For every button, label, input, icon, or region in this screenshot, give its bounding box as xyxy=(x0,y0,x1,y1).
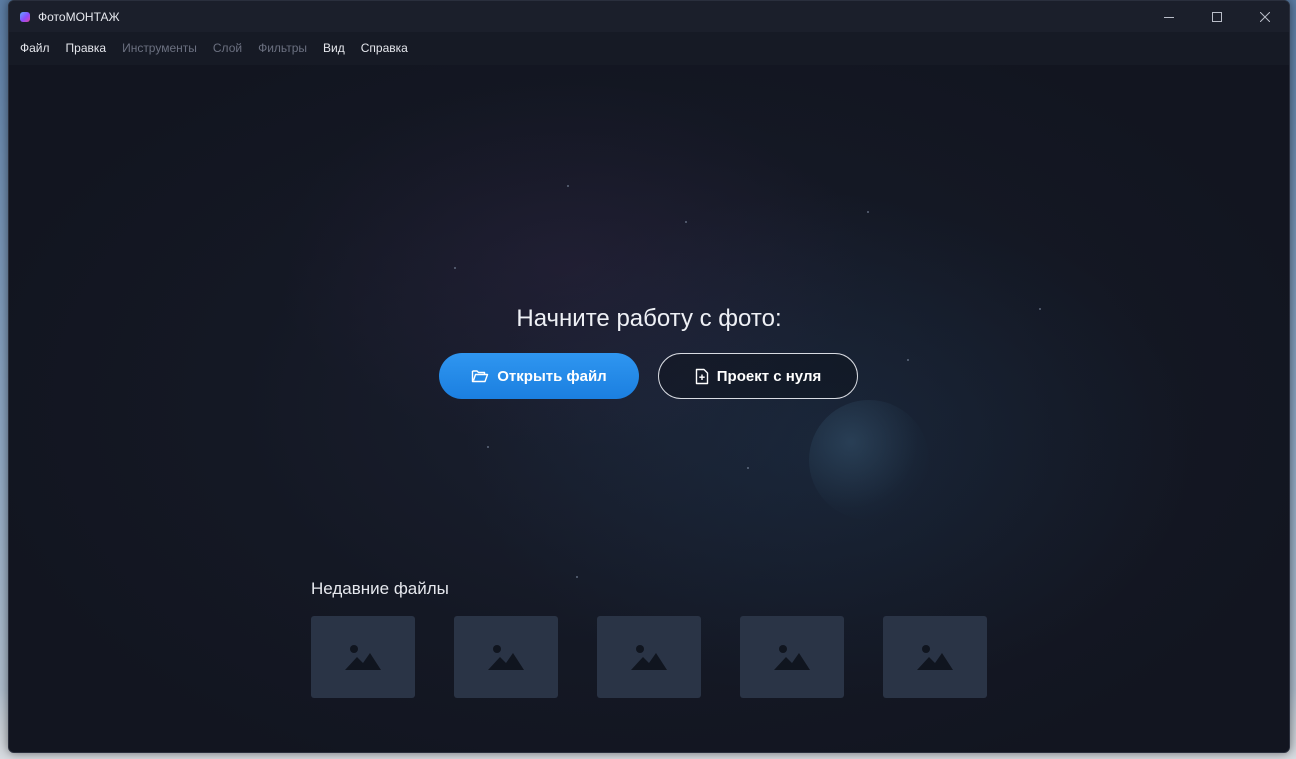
title-bar[interactable]: ФотоМОНТАЖ xyxy=(9,1,1289,32)
background-star xyxy=(747,467,749,469)
menu-bar: Файл Правка Инструменты Слой Фильтры Вид… xyxy=(9,32,1289,65)
recent-files-list xyxy=(311,616,987,698)
app-window: ФотоМОНТАЖ Файл Правка Инструменты Слой … xyxy=(8,0,1290,753)
image-placeholder-icon xyxy=(774,645,810,670)
maximize-button[interactable] xyxy=(1193,1,1241,32)
recent-file-thumbnail[interactable] xyxy=(740,616,844,698)
background-star xyxy=(487,446,489,448)
new-file-icon xyxy=(695,368,708,384)
recent-file-thumbnail[interactable] xyxy=(311,616,415,698)
start-heading: Начните работу с фото: xyxy=(516,305,782,332)
app-logo-icon xyxy=(20,11,30,22)
menu-item-tools[interactable]: Инструменты xyxy=(114,32,205,65)
menu-item-file[interactable]: Файл xyxy=(12,32,58,65)
start-screen: Начните работу с фото: Открыть файл Прое… xyxy=(9,65,1289,752)
image-placeholder-icon xyxy=(631,645,667,670)
window-controls xyxy=(1145,1,1289,32)
new-project-button[interactable]: Проект с нуля xyxy=(658,353,858,399)
minimize-button[interactable] xyxy=(1145,1,1193,32)
menu-item-layer[interactable]: Слой xyxy=(205,32,250,65)
recent-file-thumbnail[interactable] xyxy=(454,616,558,698)
image-placeholder-icon xyxy=(345,645,381,670)
recent-files-title: Недавние файлы xyxy=(311,579,449,598)
background-star xyxy=(576,576,578,578)
folder-open-icon xyxy=(472,370,489,383)
minimize-icon xyxy=(1164,16,1174,18)
open-file-button[interactable]: Открыть файл xyxy=(439,353,639,399)
menu-item-view[interactable]: Вид xyxy=(315,32,353,65)
background-star xyxy=(567,185,569,187)
background-star xyxy=(454,267,456,269)
menu-item-filters[interactable]: Фильтры xyxy=(250,32,315,65)
maximize-icon xyxy=(1212,11,1222,22)
window-title: ФотоМОНТАЖ xyxy=(38,9,120,24)
menu-item-edit[interactable]: Правка xyxy=(58,32,115,65)
background-planet xyxy=(809,400,929,520)
recent-file-thumbnail[interactable] xyxy=(597,616,701,698)
recent-file-thumbnail[interactable] xyxy=(883,616,987,698)
background-star xyxy=(907,359,909,361)
close-icon xyxy=(1260,11,1270,22)
image-placeholder-icon xyxy=(917,645,953,670)
image-placeholder-icon xyxy=(488,645,524,670)
background-star xyxy=(867,211,869,213)
background-star xyxy=(685,221,687,223)
new-project-label: Проект с нуля xyxy=(716,367,822,385)
menu-item-help[interactable]: Справка xyxy=(353,32,416,65)
open-file-label: Открыть файл xyxy=(497,367,607,385)
close-button[interactable] xyxy=(1241,1,1289,32)
